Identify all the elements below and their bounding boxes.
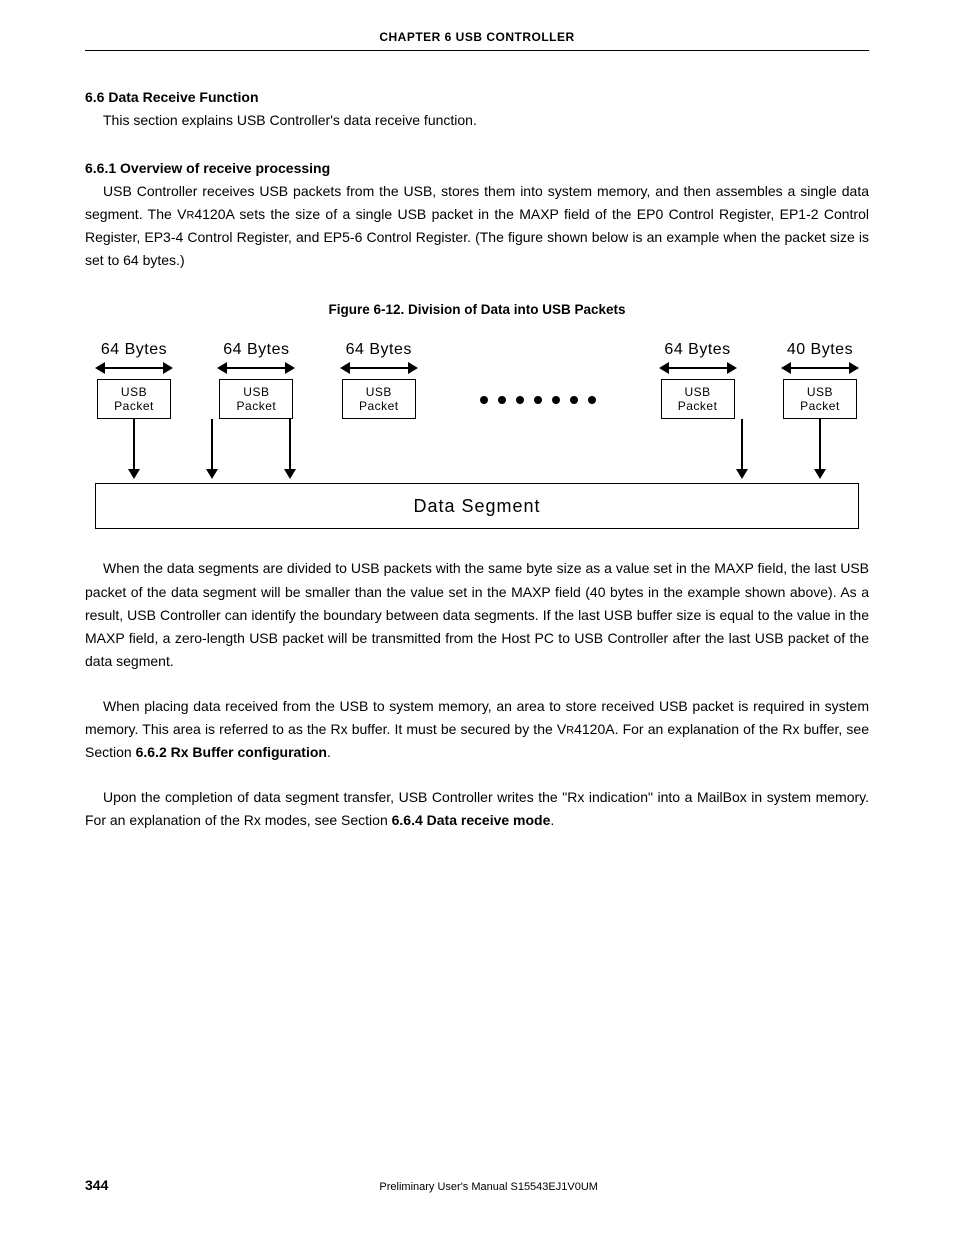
packet-box: USBPacket: [97, 379, 171, 419]
figure-6-12: 64 Bytes USBPacket 64 Bytes USBPacket 64…: [95, 341, 859, 529]
packet-text-line2: Packet: [359, 399, 399, 413]
double-arrow-icon: [95, 361, 173, 375]
packet-box: USBPacket: [219, 379, 293, 419]
section-heading: 6.6 Data Receive Function: [85, 89, 869, 105]
arrow-down-row: [95, 419, 859, 483]
text-fragment: 4120A sets the size of a single USB pack…: [85, 206, 869, 268]
body-para-3: When placing data received from the USB …: [85, 695, 869, 764]
double-arrow-icon: [340, 361, 418, 375]
double-arrow-icon: [781, 361, 859, 375]
packet-row: 64 Bytes USBPacket 64 Bytes USBPacket 64…: [95, 341, 859, 419]
packet-bytes-label: 64 Bytes: [664, 341, 730, 359]
packet-text-line1: USB: [807, 385, 833, 399]
subsection-para-1: USB Controller receives USB packets from…: [85, 180, 869, 272]
packet-box: USBPacket: [661, 379, 735, 419]
arrow-down-icon: [251, 419, 329, 483]
packet-text-line1: USB: [243, 385, 269, 399]
text-fragment: .: [327, 744, 331, 760]
packet-box: USBPacket: [342, 379, 416, 419]
packet-bytes-label: 64 Bytes: [346, 341, 412, 359]
packet-text-line1: USB: [121, 385, 147, 399]
arrow-down-icon: [95, 419, 173, 483]
data-segment-box: Data Segment: [95, 483, 859, 529]
packet-box: USBPacket: [783, 379, 857, 419]
page-number: 344: [85, 1177, 108, 1193]
body-para-4: Upon the completion of data segment tran…: [85, 786, 869, 832]
usb-packet-4: 64 Bytes USBPacket: [659, 341, 737, 419]
packet-bytes-label: 40 Bytes: [787, 341, 853, 359]
page-footer: 344 Preliminary User's Manual S15543EJ1V…: [85, 1177, 869, 1193]
packet-bytes-label: 64 Bytes: [223, 341, 289, 359]
footer-center-text: Preliminary User's Manual S15543EJ1V0UM: [108, 1181, 869, 1193]
ellipsis-dots-icon: [462, 396, 614, 404]
packet-text-line2: Packet: [678, 399, 718, 413]
packet-text-line2: Packet: [237, 399, 277, 413]
figure-caption: Figure 6-12. Division of Data into USB P…: [85, 302, 869, 317]
section-intro-text: This section explains USB Controller's d…: [85, 109, 869, 132]
arrow-down-icon: [703, 419, 781, 483]
packet-text-line2: Packet: [800, 399, 840, 413]
arrow-down-icon: [173, 419, 251, 483]
usb-packet-1: 64 Bytes USBPacket: [95, 341, 173, 419]
page: CHAPTER 6 USB CONTROLLER 6.6 Data Receiv…: [0, 0, 954, 1235]
text-fragment: .: [550, 812, 554, 828]
usb-packet-5: 40 Bytes USBPacket: [781, 341, 859, 419]
packet-text-line1: USB: [684, 385, 710, 399]
double-arrow-icon: [659, 361, 737, 375]
arrow-down-icon: [781, 419, 859, 483]
usb-packet-3: 64 Bytes USBPacket: [340, 341, 418, 419]
double-arrow-icon: [217, 361, 295, 375]
packet-text-line2: Packet: [114, 399, 154, 413]
section-ref: 6.6.2 Rx Buffer configuration: [136, 744, 327, 760]
section-ref: 6.6.4 Data receive mode: [392, 812, 551, 828]
subsection-heading: 6.6.1 Overview of receive processing: [85, 160, 869, 176]
smallcaps-r: R: [566, 725, 574, 737]
body-para-2: When the data segments are divided to US…: [85, 557, 869, 672]
packet-text-line1: USB: [366, 385, 392, 399]
packet-bytes-label: 64 Bytes: [101, 341, 167, 359]
running-header: CHAPTER 6 USB CONTROLLER: [85, 30, 869, 51]
usb-packet-2: 64 Bytes USBPacket: [217, 341, 295, 419]
spacer: [329, 419, 703, 483]
